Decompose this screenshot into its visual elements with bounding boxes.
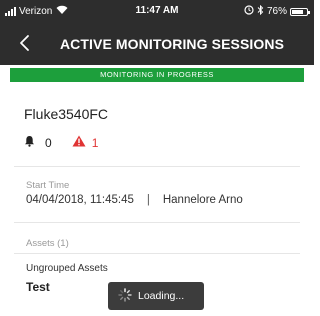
back-icon bbox=[20, 35, 29, 51]
loading-text: Loading... bbox=[138, 290, 185, 302]
battery-icon bbox=[290, 7, 310, 16]
start-time-label: Start Time bbox=[26, 180, 70, 191]
user-name: Hannelore Arno bbox=[162, 194, 243, 206]
device-name: Fluke3540FC bbox=[24, 106, 109, 122]
divider bbox=[14, 166, 300, 167]
group-label: Ungrouped Assets bbox=[26, 263, 108, 274]
battery-percent: 76% bbox=[266, 6, 287, 17]
monitoring-status-banner: MONITORING IN PROGRESS bbox=[10, 68, 304, 82]
status-right: 76% bbox=[244, 4, 310, 18]
bluetooth-icon bbox=[257, 4, 264, 18]
start-time-value: 04/04/2018, 11:45:45 bbox=[26, 194, 134, 206]
status-bar: Verizon 11:47 AM 76% bbox=[0, 0, 314, 22]
separator: | bbox=[146, 194, 150, 206]
divider bbox=[14, 222, 300, 223]
notification-count: 0 bbox=[45, 135, 52, 150]
alarm-icon bbox=[244, 5, 254, 18]
event-counts: 0 1 bbox=[24, 135, 98, 150]
loading-toast: Loading... bbox=[108, 282, 204, 310]
bell-icon bbox=[24, 135, 35, 150]
app-header: Verizon 11:47 AM 76% ACTIVE MONITORING S… bbox=[0, 0, 314, 65]
alert-icon bbox=[72, 135, 86, 150]
nav-bar: ACTIVE MONITORING SESSIONS bbox=[0, 28, 314, 60]
divider bbox=[14, 253, 300, 254]
back-button[interactable] bbox=[14, 30, 38, 56]
spinner-icon bbox=[118, 287, 132, 305]
alert-count: 1 bbox=[91, 135, 99, 150]
asset-item[interactable]: Test bbox=[26, 280, 50, 294]
assets-label: Assets (1) bbox=[26, 238, 69, 249]
page-title: ACTIVE MONITORING SESSIONS bbox=[59, 36, 285, 52]
start-time-row: 04/04/2018, 11:45:45 | Hannelore Arno bbox=[26, 194, 243, 206]
